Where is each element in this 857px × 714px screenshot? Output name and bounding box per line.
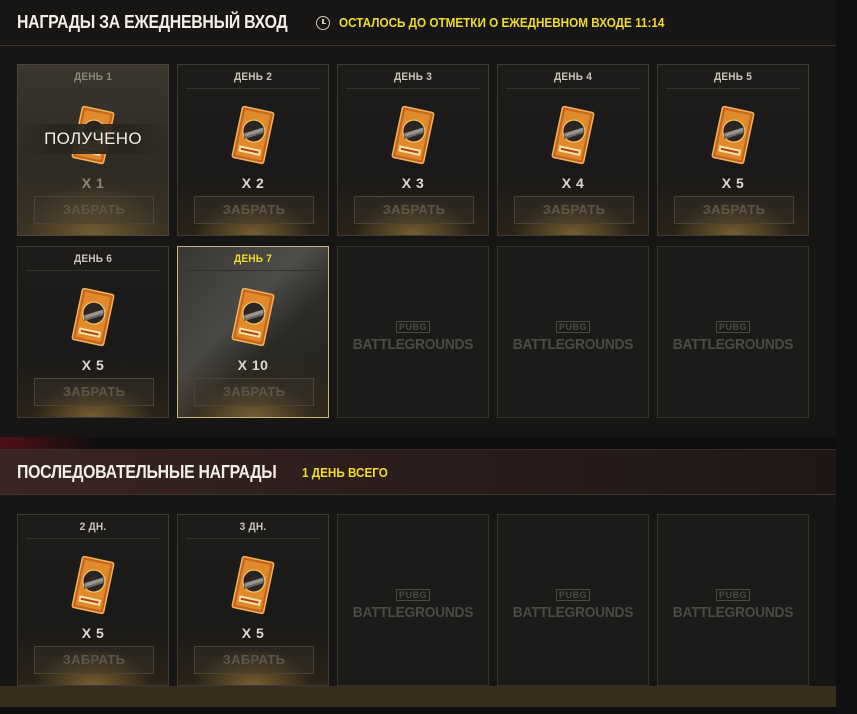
- streak-rewards-header: ПОСЛЕДОВАТЕЛЬНЫЕ НАГРАДЫ 1 ДЕНЬ ВСЕГО: [0, 449, 836, 495]
- daily-card-day-6[interactable]: ДЕНЬ 6 X 5 ЗАБРАТЬ: [17, 246, 169, 418]
- daily-card-day-3[interactable]: ДЕНЬ 3 X 3 ЗАБРАТЬ: [337, 64, 489, 236]
- card-day-label: ДЕНЬ 2: [233, 71, 273, 83]
- placeholder-card: PUBG BATTLEGROUNDS: [497, 246, 649, 418]
- card-day-label: ДЕНЬ 7: [233, 253, 273, 265]
- card-quantity: X 5: [241, 625, 265, 641]
- pubg-logo: PUBG BATTLEGROUNDS: [658, 317, 808, 353]
- pubg-logo-text: BATTLEGROUNDS: [352, 336, 474, 353]
- card-day-label: 2 ДН.: [79, 521, 107, 533]
- daily-card-day-4[interactable]: ДЕНЬ 4 X 4 ЗАБРАТЬ: [497, 64, 649, 236]
- placeholder-card: PUBG BATTLEGROUNDS: [497, 514, 649, 686]
- card-quantity: X 5: [81, 357, 105, 373]
- ticket-icon: [231, 555, 275, 615]
- streak-card-2-days[interactable]: 2 ДН. X 5 ЗАБРАТЬ: [17, 514, 169, 686]
- pubg-logo-small: PUBG: [715, 321, 750, 333]
- ticket-icon: [231, 287, 275, 347]
- card-divider: [26, 538, 160, 539]
- card-divider: [186, 538, 320, 539]
- streak-total-text: 1 ДЕНЬ ВСЕГО: [301, 464, 388, 480]
- ticket-icon: [391, 105, 435, 165]
- card-quantity: X 1: [81, 175, 105, 191]
- claim-button[interactable]: ЗАБРАТЬ: [194, 378, 314, 406]
- claim-button[interactable]: ЗАБРАТЬ: [194, 196, 314, 224]
- claim-button[interactable]: ЗАБРАТЬ: [674, 196, 794, 224]
- card-quantity: X 5: [81, 625, 105, 641]
- bottom-glow: [0, 686, 836, 707]
- claimed-status: ПОЛУЧЕНО: [18, 124, 168, 154]
- card-quantity: X 3: [401, 175, 425, 191]
- daily-card-day-5[interactable]: ДЕНЬ 5 X 5 ЗАБРАТЬ: [657, 64, 809, 236]
- ticket-icon: [71, 555, 115, 615]
- pubg-logo-small: PUBG: [395, 589, 430, 601]
- claim-button[interactable]: ЗАБРАТЬ: [34, 646, 154, 674]
- pubg-logo: PUBG BATTLEGROUNDS: [498, 585, 648, 621]
- placeholder-card: PUBG BATTLEGROUNDS: [657, 246, 809, 418]
- streak-rewards-panel: ПОСЛЕДОВАТЕЛЬНЫЕ НАГРАДЫ 1 ДЕНЬ ВСЕГО 2 …: [0, 449, 836, 707]
- ticket-icon: [231, 105, 275, 165]
- right-edge: [836, 0, 857, 714]
- daily-rewards-title: НАГРАДЫ ЗА ЕЖЕДНЕВНЫЙ ВХОД: [17, 12, 288, 32]
- card-divider: [26, 88, 160, 89]
- daily-rewards-panel: НАГРАДЫ ЗА ЕЖЕДНЕВНЫЙ ВХОД ОСТАЛОСЬ ДО О…: [0, 0, 836, 437]
- pubg-logo-text: BATTLEGROUNDS: [672, 336, 794, 353]
- card-quantity: X 2: [241, 175, 265, 191]
- pubg-logo-small: PUBG: [555, 589, 590, 601]
- claim-button[interactable]: ЗАБРАТЬ: [514, 196, 634, 224]
- pubg-logo-text: BATTLEGROUNDS: [512, 604, 634, 621]
- pubg-logo-small: PUBG: [555, 321, 590, 333]
- card-divider: [186, 88, 320, 89]
- ticket-icon: [71, 287, 115, 347]
- placeholder-card: PUBG BATTLEGROUNDS: [657, 514, 809, 686]
- card-divider: [666, 88, 800, 89]
- ticket-icon: [711, 105, 755, 165]
- pubg-logo-text: BATTLEGROUNDS: [672, 604, 794, 621]
- pubg-logo: PUBG BATTLEGROUNDS: [338, 585, 488, 621]
- pubg-logo-small: PUBG: [715, 589, 750, 601]
- card-day-label: ДЕНЬ 5: [713, 71, 753, 83]
- daily-card-day-7[interactable]: ДЕНЬ 7 X 10 ЗАБРАТЬ: [177, 246, 329, 418]
- pubg-logo: PUBG BATTLEGROUNDS: [658, 585, 808, 621]
- card-divider: [506, 88, 640, 89]
- daily-card-day-1[interactable]: ДЕНЬ 1 ПОЛУЧЕНО X 1 ЗАБРАТЬ: [17, 64, 169, 236]
- card-divider: [186, 270, 320, 271]
- card-quantity: X 4: [561, 175, 585, 191]
- daily-timer-text: ОСТАЛОСЬ ДО ОТМЕТКИ О ЕЖЕДНЕВНОМ ВХОДЕ 1…: [339, 15, 665, 30]
- pubg-logo: PUBG BATTLEGROUNDS: [498, 317, 648, 353]
- card-day-label: ДЕНЬ 6: [73, 253, 113, 265]
- card-day-label: ДЕНЬ 1: [73, 71, 113, 83]
- daily-rewards-header: НАГРАДЫ ЗА ЕЖЕДНЕВНЫЙ ВХОД ОСТАЛОСЬ ДО О…: [0, 0, 836, 46]
- claim-button[interactable]: ЗАБРАТЬ: [34, 196, 154, 224]
- streak-card-3-days[interactable]: 3 ДН. X 5 ЗАБРАТЬ: [177, 514, 329, 686]
- ticket-icon: [551, 105, 595, 165]
- card-quantity: X 5: [721, 175, 745, 191]
- card-day-label: ДЕНЬ 3: [393, 71, 433, 83]
- clock-icon: [316, 15, 331, 30]
- claim-button[interactable]: ЗАБРАТЬ: [34, 378, 154, 406]
- streak-rewards-title: ПОСЛЕДОВАТЕЛЬНЫЕ НАГРАДЫ: [17, 461, 277, 482]
- placeholder-card: PUBG BATTLEGROUNDS: [337, 514, 489, 686]
- daily-card-day-2[interactable]: ДЕНЬ 2 X 2 ЗАБРАТЬ: [177, 64, 329, 236]
- card-day-label: ДЕНЬ 4: [553, 71, 593, 83]
- claim-button[interactable]: ЗАБРАТЬ: [354, 196, 474, 224]
- card-divider: [26, 270, 160, 271]
- card-day-label: 3 ДН.: [239, 521, 267, 533]
- pubg-logo-small: PUBG: [395, 321, 430, 333]
- card-quantity: X 10: [237, 357, 269, 373]
- card-divider: [346, 88, 480, 89]
- pubg-logo-text: BATTLEGROUNDS: [352, 604, 474, 621]
- pubg-logo-text: BATTLEGROUNDS: [512, 336, 634, 353]
- claim-button[interactable]: ЗАБРАТЬ: [194, 646, 314, 674]
- placeholder-card: PUBG BATTLEGROUNDS: [337, 246, 489, 418]
- pubg-logo: PUBG BATTLEGROUNDS: [338, 317, 488, 353]
